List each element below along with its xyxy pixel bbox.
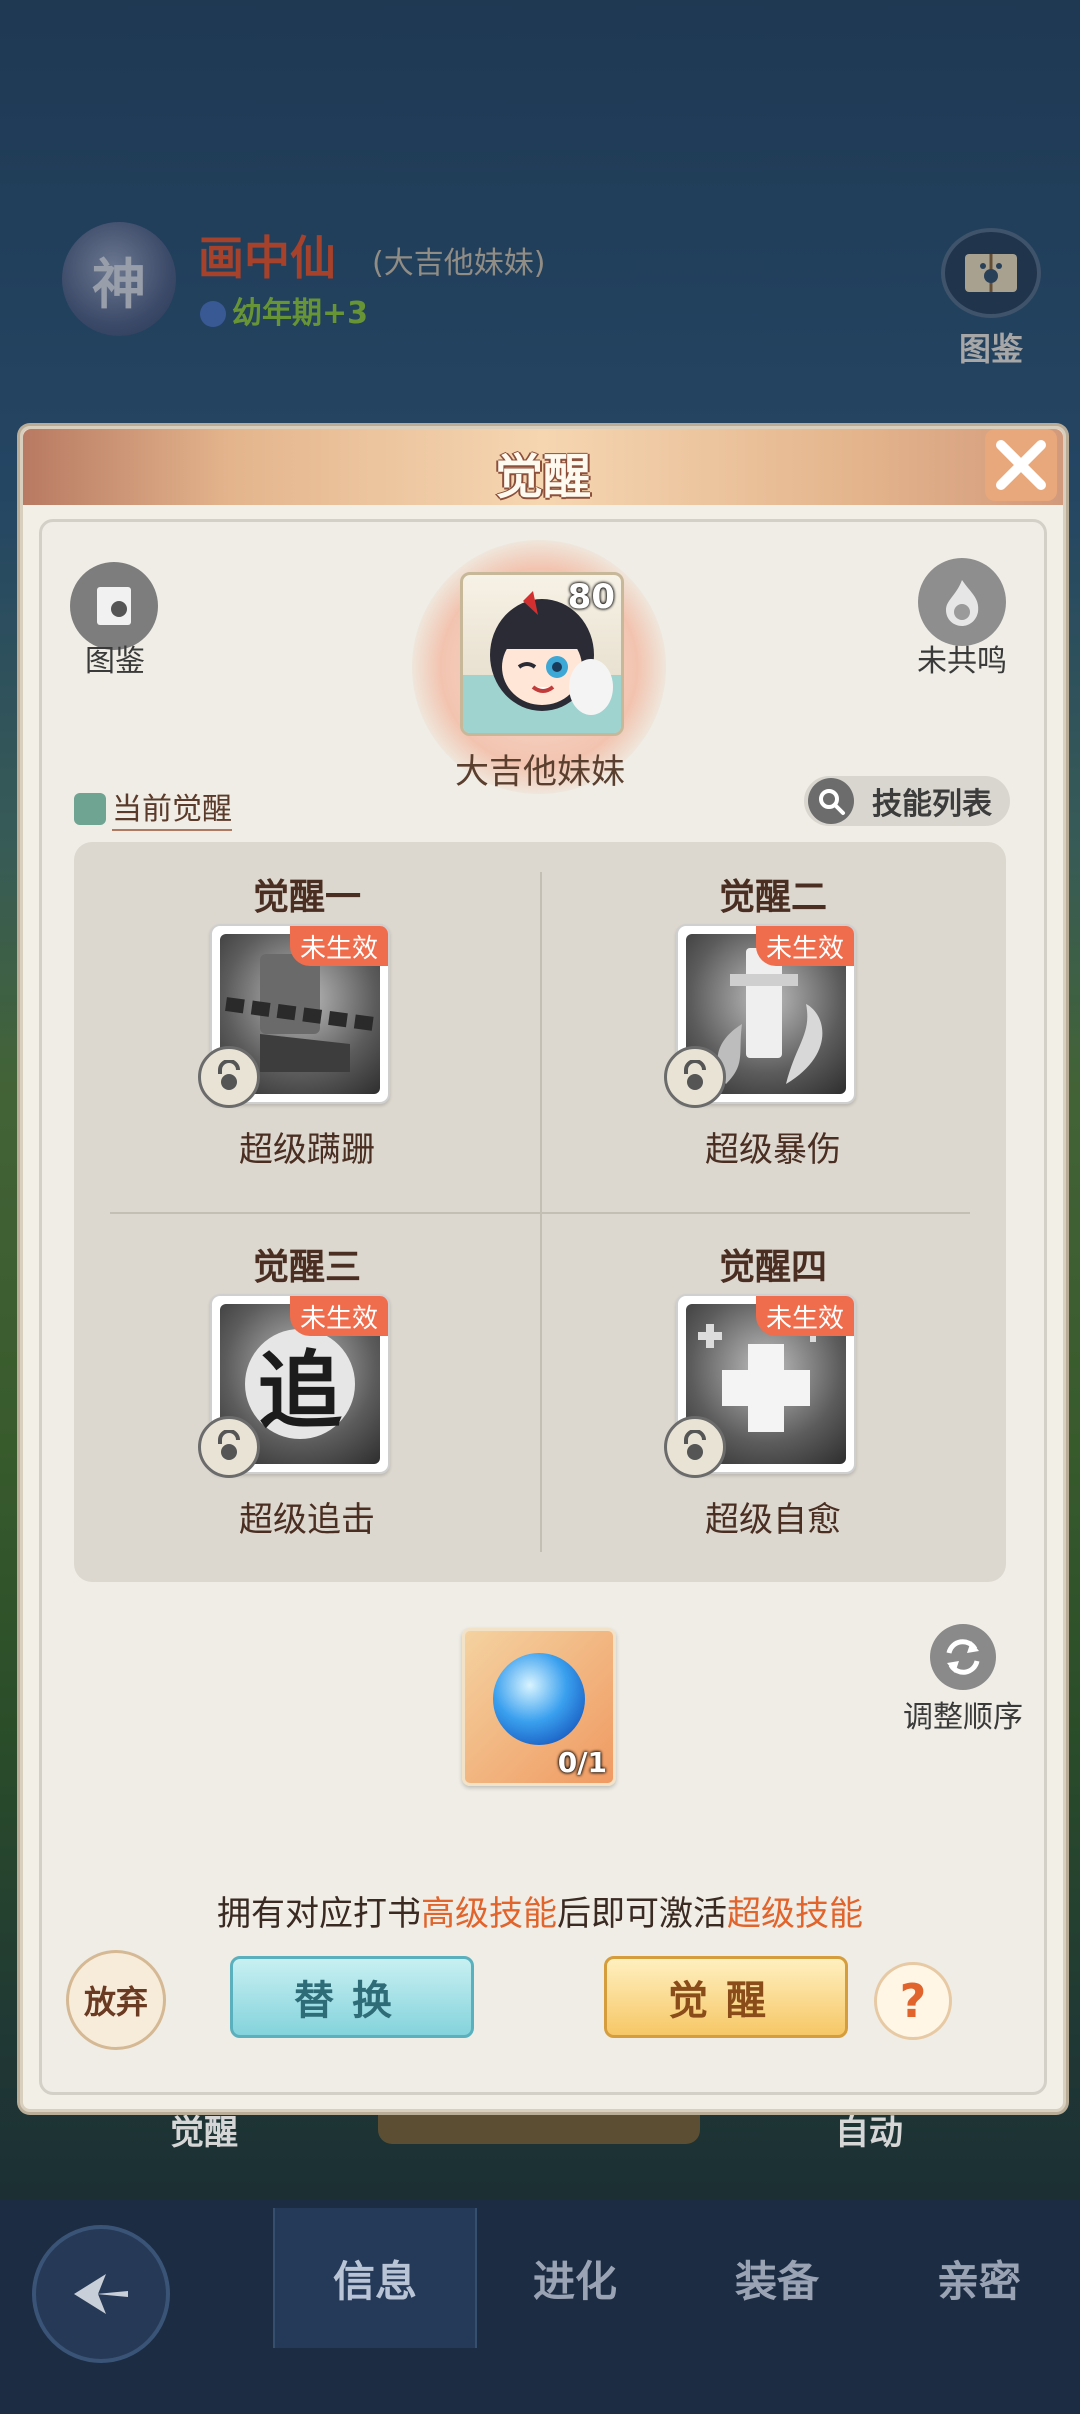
awaken-slot-3[interactable]: 觉醒三 追 未生效 超级追击 [74, 1212, 540, 1582]
status-badge: 未生效 [755, 926, 854, 966]
lock-icon [664, 1046, 726, 1108]
tab-intimacy[interactable]: 亲密 [879, 2208, 1079, 2348]
skill-icon-frame[interactable]: 追 未生效 [198, 1294, 390, 1478]
slot-title: 觉醒三 [252, 1247, 361, 1288]
chase-glyph: 追 [245, 1329, 355, 1440]
reorder-button[interactable]: 调整顺序 [898, 1624, 1028, 1736]
status-badge: 未生效 [289, 926, 388, 966]
lock-icon [198, 1416, 260, 1478]
status-badge: 未生效 [755, 1296, 854, 1336]
flame-icon [946, 580, 979, 626]
skill-icon-frame[interactable]: 未生效 [664, 1294, 856, 1478]
awaken-slot-4[interactable]: 觉醒四 未生效 超级自愈 [540, 1212, 1006, 1582]
skill-name: 超级追击 [239, 1500, 375, 1540]
awaken-slot-2[interactable]: 觉醒二 未生效 超级暴伤 [540, 842, 1006, 1212]
slot-title: 觉醒一 [252, 877, 361, 918]
replace-button[interactable]: 替换 [230, 1956, 474, 2038]
skill-icon-frame[interactable]: 未生效 [664, 924, 856, 1108]
awaken-item-slot[interactable]: 0/1 [462, 1628, 616, 1786]
search-icon [808, 778, 854, 824]
back-arrow-icon [74, 2274, 128, 2314]
skill-name: 超级自愈 [705, 1500, 841, 1540]
status-badge: 未生效 [289, 1296, 388, 1336]
close-button[interactable] [985, 429, 1057, 501]
item-count: 0/1 [557, 1746, 607, 1779]
bg-awaken-label: 觉醒 [170, 2113, 238, 2153]
activation-hint: 拥有对应打书高级技能后即可激活超级技能 [0, 1886, 1080, 1935]
awaken-slot-grid: 觉醒一 未生效 超级蹒跚 觉醒二 未生效 超级暴伤 觉醒三 追 未生效 超级追击… [74, 842, 1006, 1582]
bg-auto-label: 自动 [835, 2113, 903, 2153]
hint-highlight-1: 高级技能 [421, 1894, 557, 1934]
skill-icon-frame[interactable]: 未生效 [198, 924, 390, 1108]
hint-text-1: 拥有对应打书 [217, 1894, 421, 1934]
awaken-status-icon [74, 793, 106, 825]
book-icon [97, 587, 131, 625]
lock-icon [198, 1046, 260, 1108]
lock-icon [664, 1416, 726, 1478]
skill-list-button[interactable]: 技能列表 [804, 776, 1010, 826]
abandon-button[interactable]: 放弃 [66, 1950, 166, 2050]
hint-highlight-2: 超级技能 [727, 1894, 863, 1934]
tab-equip[interactable]: 装备 [677, 2208, 877, 2348]
blue-orb-icon [493, 1653, 585, 1745]
refresh-icon [930, 1624, 996, 1690]
help-button[interactable]: ? [874, 1962, 952, 2040]
slot-title: 觉醒四 [718, 1247, 827, 1288]
skill-name: 超级暴伤 [705, 1130, 841, 1170]
pet-level: 80 [567, 577, 615, 617]
tab-info[interactable]: 信息 [273, 2208, 477, 2348]
slot-title: 觉醒二 [718, 877, 827, 918]
skill-list-label: 技能列表 [872, 787, 992, 822]
pet-name-label: 大吉他妹妹 [455, 752, 625, 792]
tujian-label: 图鉴 [85, 644, 145, 679]
current-awaken-link[interactable]: 当前觉醒 [74, 784, 232, 831]
modal-title: 觉醒 [494, 449, 591, 505]
awaken-slot-1[interactable]: 觉醒一 未生效 超级蹒跚 [74, 842, 540, 1212]
awaken-button[interactable]: 觉醒 [604, 1956, 848, 2038]
resonance-label: 未共鸣 [917, 644, 1007, 679]
current-awaken-text: 当前觉醒 [112, 792, 232, 831]
pet-avatar[interactable]: 80 [460, 572, 624, 736]
tab-evolve[interactable]: 进化 [475, 2208, 675, 2348]
reorder-label: 调整顺序 [903, 1700, 1023, 1735]
hint-text-2: 后即可激活 [557, 1894, 727, 1934]
skill-name: 超级蹒跚 [239, 1130, 375, 1170]
back-button[interactable] [32, 2225, 170, 2363]
close-icon [996, 440, 1046, 490]
resonance-button[interactable] [918, 558, 1006, 646]
